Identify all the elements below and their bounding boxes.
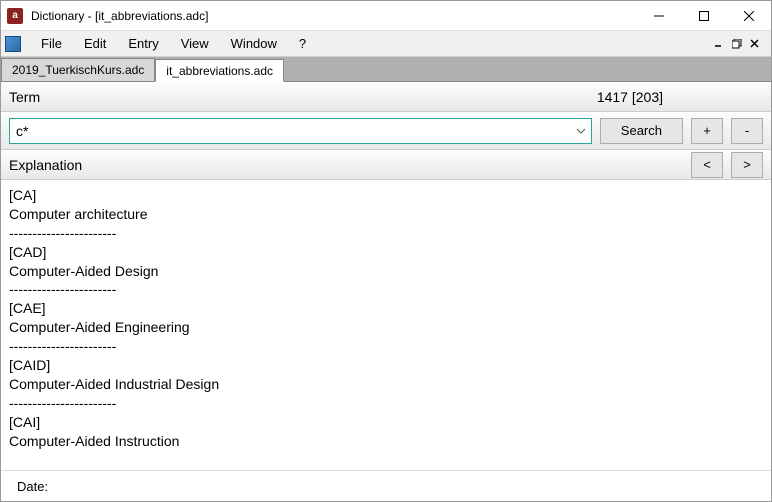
explanation-label: Explanation bbox=[9, 157, 683, 173]
menu-app-icon[interactable] bbox=[5, 36, 21, 52]
maximize-button[interactable] bbox=[681, 1, 726, 30]
term-input[interactable] bbox=[10, 123, 571, 139]
tabbar: 2019_TuerkischKurs.adc it_abbreviations.… bbox=[1, 57, 771, 82]
menu-file[interactable]: File bbox=[31, 33, 72, 54]
explanation-header: Explanation < > bbox=[1, 150, 771, 180]
menubar: File Edit Entry View Window ? bbox=[1, 31, 771, 57]
app-icon: a bbox=[7, 8, 23, 24]
tab-it-abbreviations[interactable]: it_abbreviations.adc bbox=[155, 59, 284, 82]
window-controls bbox=[636, 1, 771, 30]
menu-window[interactable]: Window bbox=[221, 33, 287, 54]
term-header: Term 1417 [203] bbox=[1, 82, 771, 112]
add-button[interactable]: + bbox=[691, 118, 723, 144]
menu-view[interactable]: View bbox=[171, 33, 219, 54]
nav-buttons: < > bbox=[691, 152, 763, 178]
mdi-controls bbox=[711, 37, 767, 51]
term-combobox[interactable] bbox=[9, 118, 592, 144]
content-area: Term 1417 [203] Search + - Explanation <… bbox=[1, 82, 771, 501]
footer: Date: bbox=[1, 471, 771, 501]
search-button[interactable]: Search bbox=[600, 118, 683, 144]
menubar-left: File Edit Entry View Window ? bbox=[5, 33, 316, 54]
close-button[interactable] bbox=[726, 1, 771, 30]
mdi-restore-button[interactable] bbox=[729, 37, 745, 51]
search-row: Search + - bbox=[1, 112, 771, 150]
results-text[interactable]: [CA] Computer architecture -------------… bbox=[1, 180, 771, 471]
menu-edit[interactable]: Edit bbox=[74, 33, 116, 54]
remove-button[interactable]: - bbox=[731, 118, 763, 144]
titlebar-left: a Dictionary - [it_abbreviations.adc] bbox=[1, 8, 208, 24]
prev-button[interactable]: < bbox=[691, 152, 723, 178]
date-label: Date: bbox=[17, 479, 48, 494]
term-label: Term bbox=[9, 89, 589, 105]
window-title: Dictionary - [it_abbreviations.adc] bbox=[31, 9, 208, 23]
menu-entry[interactable]: Entry bbox=[118, 33, 168, 54]
mdi-close-button[interactable] bbox=[747, 37, 763, 51]
result-count: 1417 [203] bbox=[597, 89, 763, 105]
next-button[interactable]: > bbox=[731, 152, 763, 178]
titlebar: a Dictionary - [it_abbreviations.adc] bbox=[1, 1, 771, 31]
mdi-minimize-button[interactable] bbox=[711, 37, 727, 51]
tab-tuerkischkurs[interactable]: 2019_TuerkischKurs.adc bbox=[1, 58, 155, 81]
minimize-button[interactable] bbox=[636, 1, 681, 30]
menu-help[interactable]: ? bbox=[289, 33, 316, 54]
combo-dropdown-icon[interactable] bbox=[571, 119, 591, 143]
